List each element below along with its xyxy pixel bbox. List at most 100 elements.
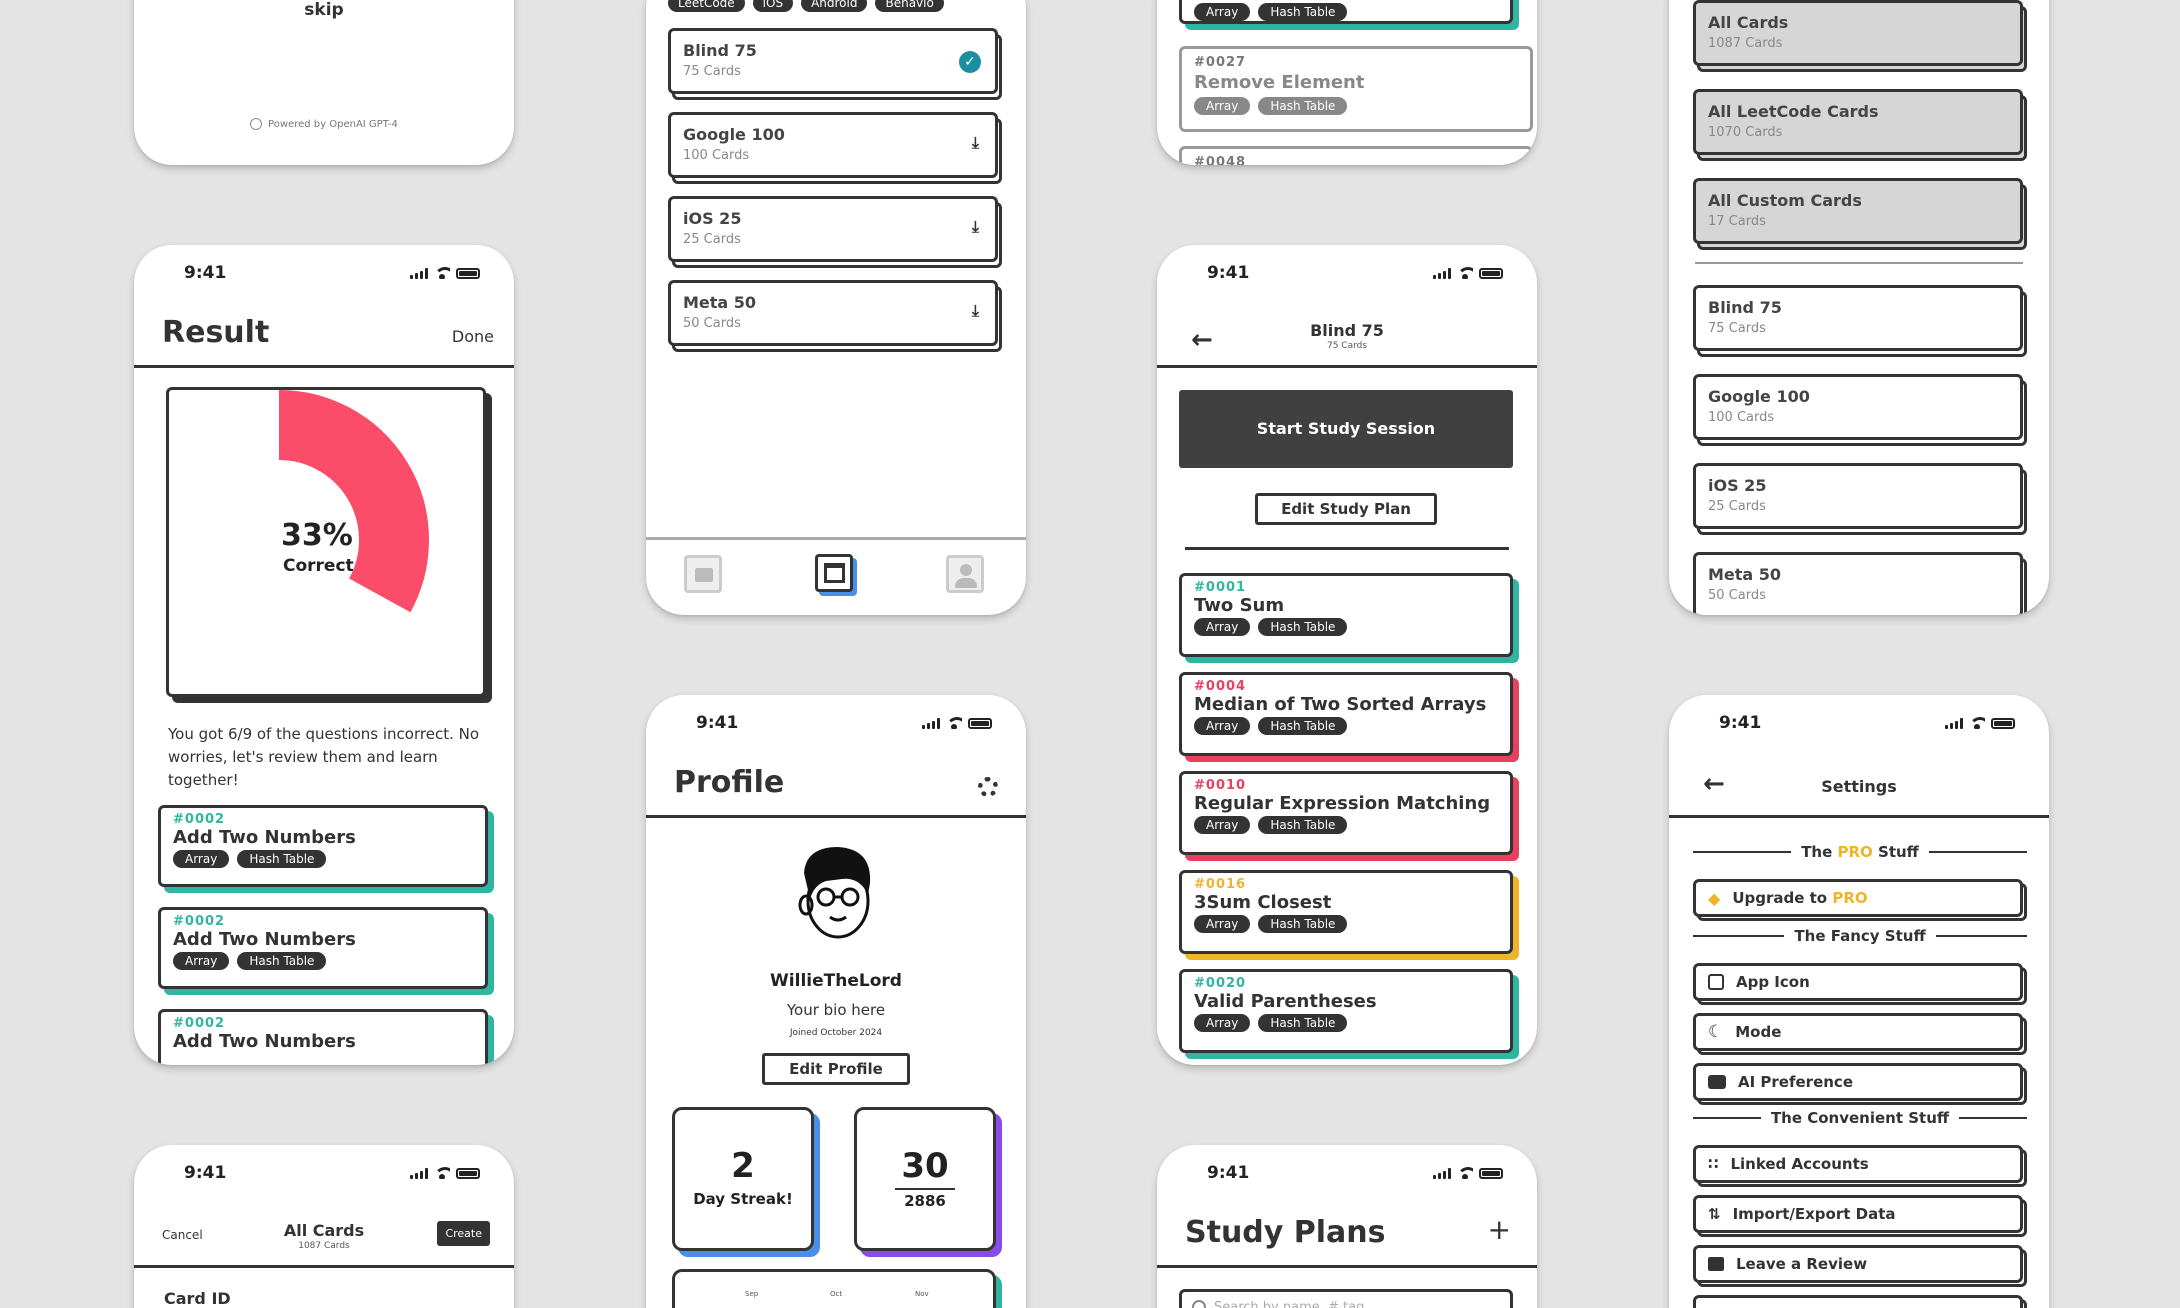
tag-list: Array Hash Table [1194,1014,1498,1032]
card-title: Valid Parentheses [1194,991,1377,1012]
done-button[interactable]: Done [452,327,494,346]
score-total: 2886 [904,1192,946,1210]
leave-review-button[interactable]: Leave a Review [1693,1245,2023,1283]
add-plan-button[interactable]: + [1488,1213,1511,1246]
question-card[interactable]: #0020 Valid Parentheses Array Hash Table [1179,969,1513,1053]
edit-profile-button[interactable]: Edit Profile [762,1053,910,1085]
search-field[interactable]: Search by name, # tag [1179,1289,1513,1308]
wifi-icon [1457,1167,1473,1179]
deck-item[interactable]: Blind 75 75 Cards [1693,285,2023,351]
status-time: 9:41 [1207,1163,1250,1183]
import-export-button[interactable]: ⇅ Import/Export Data [1693,1195,2023,1233]
check-circle-icon: ✓ [959,51,981,73]
tag-chip: Hash Table [237,850,327,868]
download-icon[interactable]: ⤓ [972,301,979,321]
folder-icon [695,568,713,582]
tag-chip: Array [1194,915,1251,933]
ai-preference-button[interactable]: AI Preference [1693,1063,2023,1101]
deck-count: 25 Cards [683,232,741,247]
create-button[interactable]: Create [437,1221,490,1246]
study-detail-screen: 9:41 ← Blind 75 75 Cards Start Study Ses… [1157,245,1537,1065]
group-item[interactable]: All Custom Cards 17 Cards [1693,178,2023,244]
question-card[interactable]: #0002 Add Two Numbers [158,1009,488,1065]
section-pro: The PRO Stuff [1693,843,2028,861]
deck-item[interactable]: Blind 75 75 Cards ✓ [668,28,998,94]
filter-chip[interactable]: Android [801,0,868,12]
card-id: #0048 [1194,155,1247,165]
tag-list: Array Hash Table [1194,816,1498,834]
deck-item[interactable]: Google 100 100 Cards ⤓ [668,112,998,178]
link-icon: ∷ [1708,1155,1719,1173]
deck-title: Blind 75 [683,41,757,60]
download-icon[interactable]: ⤓ [972,133,979,153]
tag-chip: Hash Table [1258,915,1348,933]
settings-item-partial[interactable] [1693,1295,2023,1308]
score-value: 30 [901,1146,949,1186]
tag-chip: Hash Table [1258,3,1348,21]
deck-item[interactable]: iOS 25 25 Cards ⤓ [668,196,998,262]
question-card[interactable]: #0001 Two Sum Array Hash Table [1179,573,1513,657]
deck-title: iOS 25 [683,209,742,228]
skip-button[interactable]: skip [134,0,514,20]
download-icon[interactable]: ⤓ [972,217,979,237]
battery-icon [1479,268,1503,279]
prev-card[interactable]: Array Hash Table [1179,0,1513,24]
tag-chip: Hash Table [237,952,327,970]
upgrade-pro-button[interactable]: ◆ Upgrade to PRO [1693,879,2023,917]
tag-list: Array Hash Table [173,850,473,868]
deck-item[interactable]: iOS 25 25 Cards [1693,463,2023,529]
card-id: #0020 [1194,976,1247,991]
tag-chip: Array [1194,816,1251,834]
tab-store[interactable] [815,554,853,592]
tag-chip: Hash Table [1258,97,1348,115]
page-title: Profile [674,765,785,800]
status-time: 9:41 [184,1163,227,1183]
card-title: Regular Expression Matching [1194,793,1491,814]
profile-screen: 9:41 Profile WillieTheLord Your bio here… [646,695,1026,1308]
question-card[interactable]: #0002 Add Two Numbers Array Hash Table [158,907,488,989]
filter-chip[interactable]: iOS [752,0,794,12]
question-card[interactable]: #0004 Median of Two Sorted Arrays Array Has… [1179,672,1513,756]
linked-accounts-button[interactable]: ∷ Linked Accounts [1693,1145,2023,1183]
battery-icon [456,1168,480,1179]
question-card[interactable]: #0010 Regular Expression Matching Array Has… [1179,771,1513,855]
card-remove-element[interactable]: #0027 Remove Element Array Hash Table [1179,46,1533,132]
deck-title: Meta 50 [683,293,757,312]
group-count: 1070 Cards [1708,125,1783,140]
gear-icon[interactable] [978,777,998,797]
filter-chip[interactable]: Behavio [875,0,944,12]
next-card[interactable]: #0048 [1179,146,1533,165]
question-card[interactable]: #0016 3Sum Closest Array Hash Table [1179,870,1513,954]
deck-item[interactable]: Meta 50 50 Cards [1693,552,2023,615]
app-icon-button[interactable]: App Icon [1693,963,2023,1001]
card-id: #0010 [1194,778,1247,793]
status-time: 9:41 [696,713,739,733]
start-study-button[interactable]: Start Study Session [1179,390,1513,468]
battery-icon [1479,1168,1503,1179]
nav-title: Blind 75 [1310,321,1384,340]
edit-study-plan-button[interactable]: Edit Study Plan [1255,493,1437,525]
wifi-icon [434,1167,450,1179]
card-id: #0016 [1194,877,1247,892]
filter-chip[interactable]: LeetCode [668,0,745,12]
signal-icon [922,718,940,729]
study-plans-screen: 9:41 Study Plans + Search by name, # tag [1157,1145,1537,1308]
tab-profile[interactable] [946,555,984,593]
joined-date: Joined October 2024 [789,1028,883,1038]
group-count: 1087 Cards [1708,36,1783,51]
wifi-icon [946,717,962,729]
deck-item[interactable]: Meta 50 50 Cards ⤓ [668,280,998,346]
tag-chip: Hash Table [1258,717,1348,735]
group-item[interactable]: All LeetCode Cards 1070 Cards [1693,89,2023,155]
tab-library[interactable] [684,555,722,593]
tag-chip: Array [1194,3,1251,21]
result-message: You got 6/9 of the questions incorrect. … [168,725,480,789]
search-icon [1192,1300,1206,1308]
question-card[interactable]: #0002 Add Two Numbers Array Hash Table [158,805,488,887]
card-title: Two Sum [1194,595,1285,616]
signal-icon [410,268,428,279]
mode-button[interactable]: ☾ Mode [1693,1013,2023,1051]
card-id: #0027 [1194,55,1247,70]
group-item[interactable]: All Cards 1087 Cards [1693,0,2023,66]
deck-item[interactable]: Google 100 100 Cards [1693,374,2023,440]
